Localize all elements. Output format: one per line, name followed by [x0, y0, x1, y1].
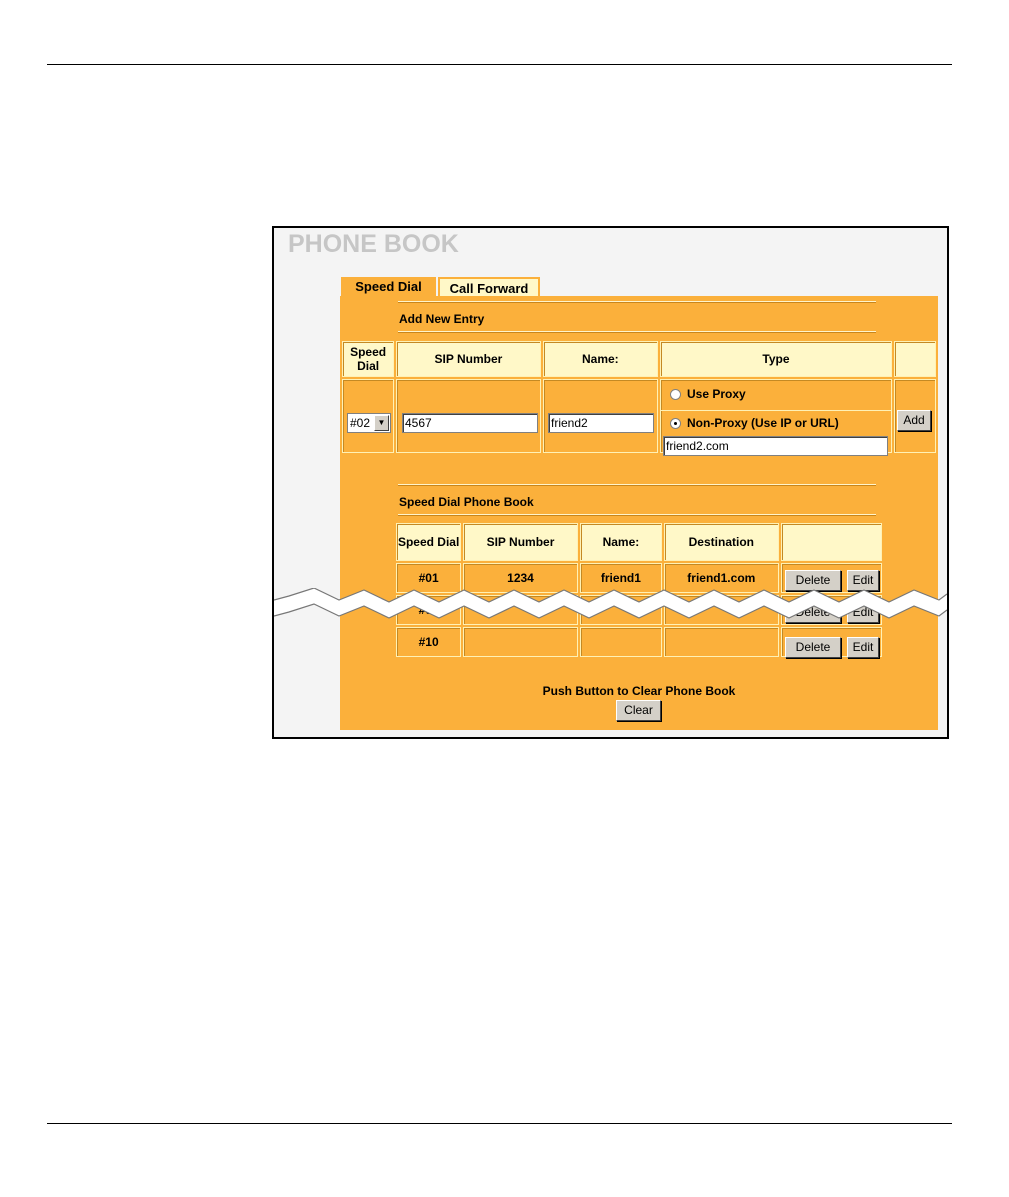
header-type: Type — [660, 341, 892, 377]
edit-button[interactable]: Edit — [847, 637, 879, 658]
pb-header-actions — [780, 523, 882, 561]
clear-prompt: Push Button to Clear Phone Book — [542, 684, 736, 698]
divider — [398, 514, 876, 516]
page-break-zigzag — [274, 588, 947, 619]
row-destination — [664, 627, 779, 657]
page-top-rule — [47, 64, 952, 65]
pb-header-name: Name: — [579, 523, 663, 561]
phone-book-title: Speed Dial Phone Book — [399, 495, 534, 509]
speed-dial-panel: Add New Entry Speed Dial SIP Number Name… — [340, 296, 938, 730]
sip-number-input[interactable]: 4567 — [402, 413, 538, 433]
page-title: PHONE BOOK — [288, 230, 459, 258]
clear-button[interactable]: Clear — [616, 700, 661, 721]
page-bottom-rule — [47, 1123, 952, 1124]
use-proxy-label: Use Proxy — [687, 387, 746, 401]
type-divider — [660, 410, 892, 411]
header-name: Name: — [542, 341, 659, 377]
row-speed-dial: #10 — [396, 627, 462, 657]
pb-header-speed-dial: Speed Dial — [396, 523, 462, 561]
delete-button[interactable]: Delete — [785, 637, 841, 658]
add-entry-title: Add New Entry — [399, 312, 485, 326]
speed-dial-select[interactable]: #02 ▼ — [347, 413, 391, 433]
tab-speed-dial[interactable]: Speed Dial — [341, 277, 436, 296]
pb-header-sip-number: SIP Number — [463, 523, 578, 561]
header-blank — [893, 341, 936, 377]
speed-dial-selected-value: #02 — [350, 416, 371, 430]
phone-book-screenshot: PHONE BOOK Speed Dial Call Forward Add N… — [272, 226, 949, 739]
add-button[interactable]: Add — [897, 410, 931, 431]
non-proxy-radio[interactable] — [670, 418, 681, 429]
divider — [398, 484, 876, 486]
divider — [398, 331, 876, 333]
chevron-down-icon: ▼ — [374, 415, 389, 431]
pb-header-destination: Destination — [664, 523, 779, 561]
row-sip-number — [463, 627, 578, 657]
header-sip-number: SIP Number — [396, 341, 541, 377]
row-name — [579, 627, 663, 657]
header-speed-dial: Speed Dial — [342, 341, 395, 377]
tab-call-forward[interactable]: Call Forward — [438, 277, 540, 296]
non-proxy-label: Non-Proxy (Use IP or URL) — [687, 416, 839, 430]
header-label: Speed Dial — [350, 345, 387, 373]
non-proxy-url-input[interactable]: friend2.com — [663, 436, 888, 456]
use-proxy-radio[interactable] — [670, 389, 681, 400]
divider — [398, 301, 876, 303]
name-input[interactable]: friend2 — [548, 413, 654, 433]
